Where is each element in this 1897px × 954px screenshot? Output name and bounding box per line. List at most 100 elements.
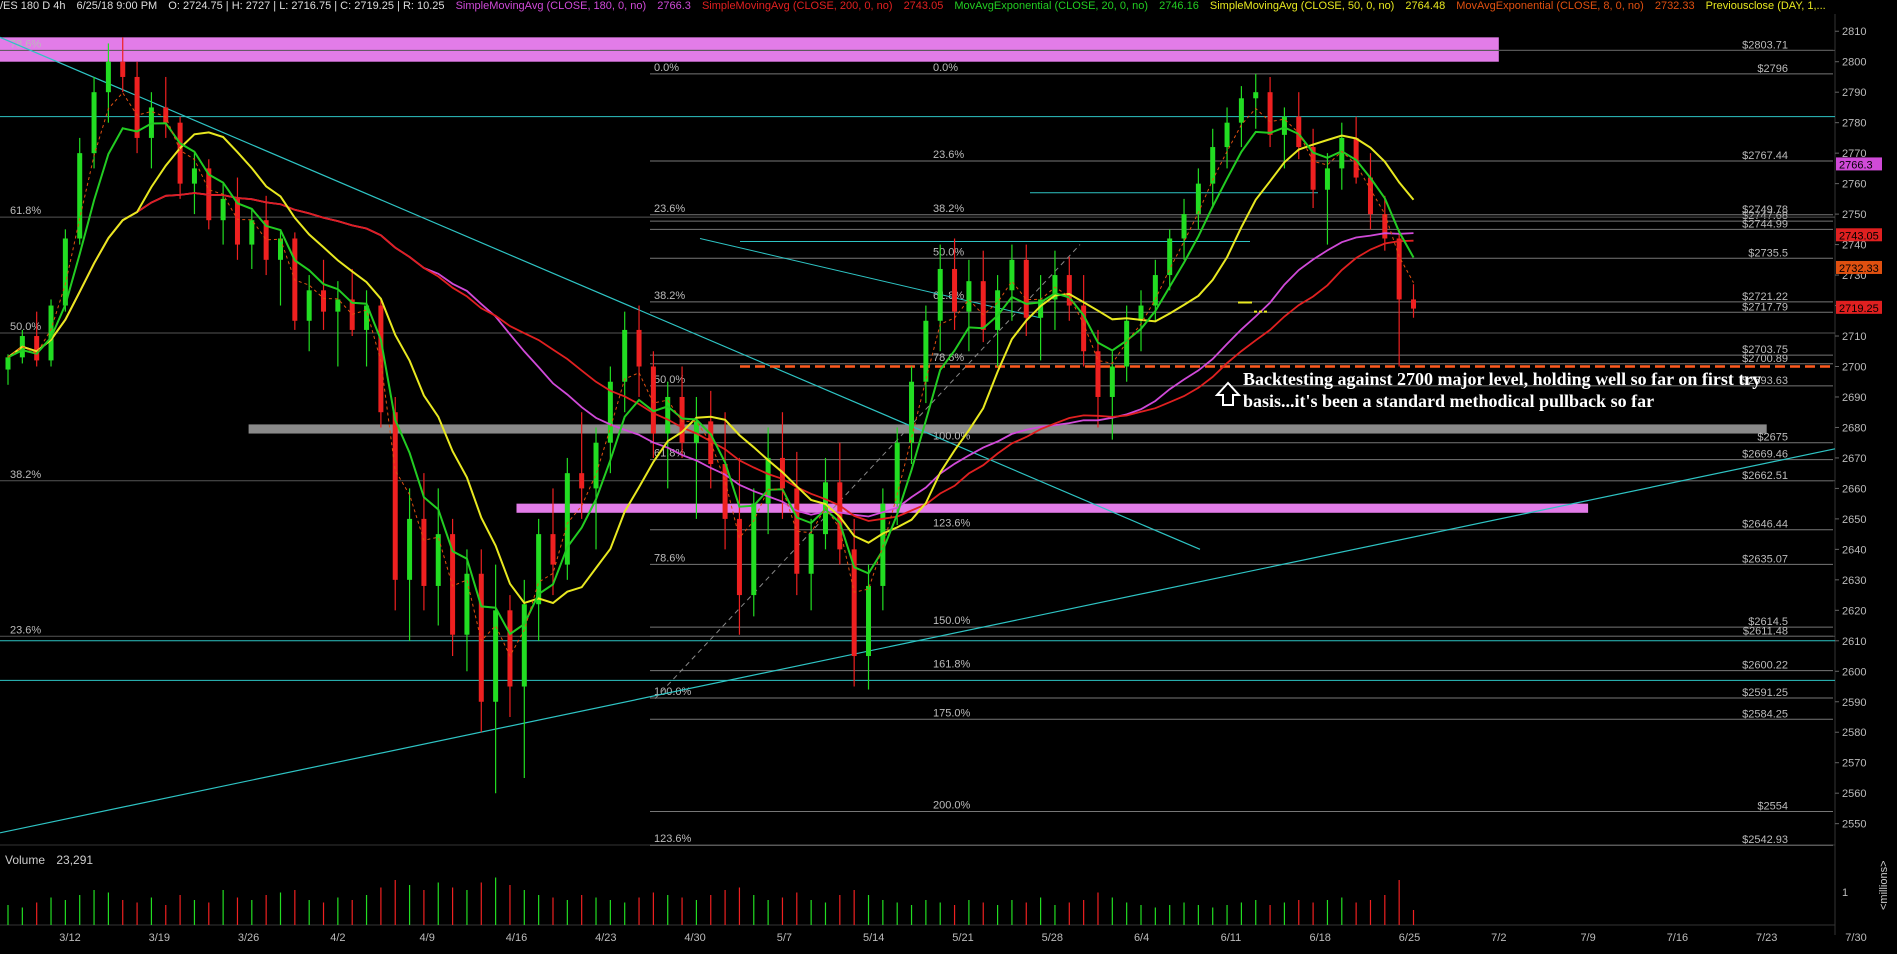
price-chart[interactable]: $2803.71$2796$2767.44$2749.78$2747.68$27… — [0, 0, 1897, 954]
candle-body-78 — [1124, 320, 1130, 367]
candle-body-26 — [378, 305, 384, 413]
price-box-label-3: 2719.25 — [1839, 303, 1879, 315]
candle-body-34 — [493, 610, 499, 702]
y-tick-label-5: 2600 — [1842, 666, 1866, 678]
candle-body-43 — [622, 329, 628, 382]
candle-body-84 — [1210, 147, 1216, 184]
candle-body-89 — [1281, 116, 1287, 135]
y-tick-label-26: 2810 — [1842, 26, 1866, 38]
fib-label-6: 23.6% — [654, 203, 685, 215]
y-tick-label-16: 2710 — [1842, 331, 1866, 343]
fib-label-8: 50.0% — [654, 374, 685, 386]
x-tick-label-9: 5/14 — [863, 932, 884, 944]
level-label-19: $2600.22 — [1742, 660, 1788, 672]
candle-body-83 — [1195, 183, 1201, 215]
x-tick-label-5: 4/16 — [506, 932, 527, 944]
candle-body-76 — [1095, 351, 1101, 397]
candle-body-79 — [1138, 305, 1144, 321]
x-tick-label-13: 6/11 — [1221, 932, 1242, 944]
level-label-10: $2700.89 — [1742, 353, 1788, 365]
y-tick-label-0: 2550 — [1842, 819, 1866, 831]
candle-body-94 — [1353, 137, 1359, 178]
x-tick-label-8: 5/7 — [777, 932, 792, 944]
candle-body-15 — [220, 198, 226, 221]
candle-body-16 — [234, 198, 240, 245]
candle-body-80 — [1152, 275, 1158, 306]
candle-body-6 — [91, 92, 97, 154]
level-label-1: $2796 — [1757, 63, 1788, 75]
candle-body-29 — [421, 518, 427, 586]
level-label-21: $2584.25 — [1742, 708, 1788, 720]
x-tick-label-14: 6/18 — [1309, 932, 1330, 944]
x-tick-label-17: 7/9 — [1580, 932, 1595, 944]
candle-body-98 — [1411, 299, 1416, 309]
y-tick-label-6: 2610 — [1842, 636, 1866, 648]
candle-body-28 — [407, 518, 413, 580]
level-label-2: $2767.44 — [1742, 150, 1788, 162]
x-tick-label-0: 3/12 — [59, 932, 80, 944]
candle-body-38 — [550, 534, 556, 565]
y-tick-label-14: 2690 — [1842, 392, 1866, 404]
volume-units: <millions> — [1878, 860, 1890, 910]
candle-body-69 — [995, 290, 1001, 330]
channel-diag-line — [699, 238, 1041, 319]
fib-label-17: 61.8% — [933, 290, 964, 302]
x-tick-label-2: 3/26 — [238, 932, 259, 944]
candle-body-0 — [5, 357, 11, 370]
x-tick-label-19: 7/23 — [1756, 932, 1777, 944]
candle-body-45 — [650, 366, 656, 434]
candle-body-33 — [478, 573, 484, 702]
candle-body-50 — [722, 464, 728, 519]
candle-body-41 — [593, 442, 599, 489]
y-tick-label-9: 2640 — [1842, 544, 1866, 556]
candle-body-70 — [1009, 259, 1015, 291]
fib-label-3: 38.2% — [10, 469, 41, 481]
volume-tick-label: 1 — [1842, 887, 1848, 899]
y-tick-label-20: 2750 — [1842, 209, 1866, 221]
x-tick-label-6: 4/23 — [595, 932, 616, 944]
level-label-13: $2669.46 — [1742, 449, 1788, 461]
y-tick-label-8: 2630 — [1842, 575, 1866, 587]
candle-body-52 — [751, 503, 757, 596]
level-label-0: $2803.71 — [1742, 39, 1788, 51]
price-box-label-0: 2766.3 — [1839, 159, 1873, 171]
x-tick-label-16: 7/2 — [1491, 932, 1506, 944]
y-tick-label-21: 2760 — [1842, 179, 1866, 191]
fib-label-21: 150.0% — [933, 615, 971, 627]
fib-label-23: 175.0% — [933, 707, 971, 719]
candle-body-66 — [952, 268, 958, 312]
candle-body-86 — [1238, 98, 1244, 123]
candle-body-68 — [980, 281, 986, 330]
candle-body-40 — [579, 473, 585, 489]
candle-body-85 — [1224, 122, 1230, 148]
candle-body-2 — [34, 336, 40, 361]
candle-body-65 — [937, 268, 943, 321]
candle-body-7 — [105, 61, 111, 93]
candle-body-56 — [808, 534, 814, 574]
candle-body-36 — [521, 604, 527, 687]
zone-band-1 — [516, 503, 1589, 513]
candle-body-9 — [134, 76, 140, 138]
y-tick-label-7: 2620 — [1842, 605, 1866, 617]
candle-body-21 — [306, 290, 312, 321]
y-tick-label-24: 2790 — [1842, 87, 1866, 99]
y-tick-label-3: 2580 — [1842, 727, 1866, 739]
x-tick-label-12: 6/4 — [1134, 932, 1149, 944]
fib-label-14: 23.6% — [933, 149, 964, 161]
y-tick-label-25: 2800 — [1842, 57, 1866, 69]
fib-label-7: 38.2% — [654, 290, 685, 302]
y-tick-label-11: 2660 — [1842, 483, 1866, 495]
zone-band-0 — [0, 37, 1499, 62]
fib-label-20: 123.6% — [933, 518, 971, 530]
level-label-14: $2662.51 — [1742, 470, 1788, 482]
fib-label-12: 123.6% — [654, 833, 692, 845]
ema8-line — [7, 91, 1414, 658]
fib-label-10: 78.6% — [654, 552, 685, 564]
fib-label-22: 161.8% — [933, 659, 971, 671]
fib-label-1: 61.8% — [10, 205, 41, 217]
level-label-18: $2611.48 — [1743, 625, 1788, 637]
candle-body-23 — [335, 299, 341, 312]
candle-body-44 — [636, 329, 642, 367]
y-tick-label-23: 2780 — [1842, 118, 1866, 130]
candle-body-19 — [277, 238, 283, 260]
